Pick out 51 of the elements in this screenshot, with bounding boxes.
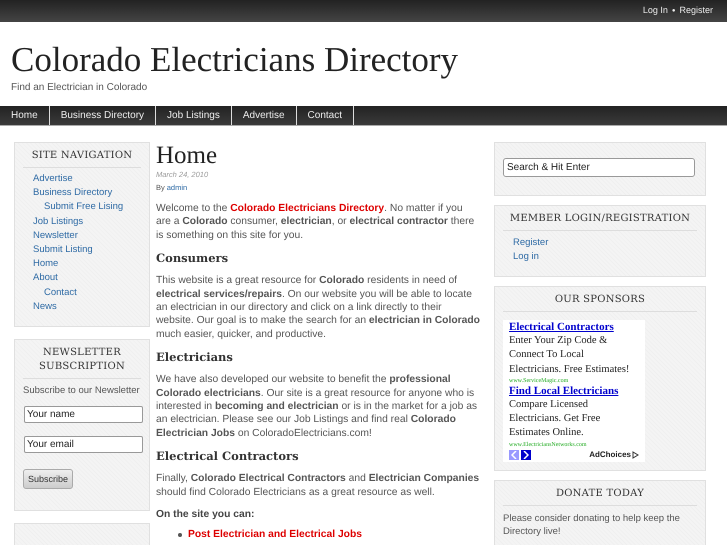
sidebar-link[interactable]: Submit Free Lising bbox=[44, 200, 124, 215]
subscribe-button[interactable]: Subscribe bbox=[23, 469, 74, 490]
adchoices-icon bbox=[632, 450, 639, 459]
ad-title[interactable]: Electrical Contractors bbox=[509, 321, 614, 334]
sidebar-link[interactable]: About bbox=[33, 271, 58, 286]
newsletter-field[interactable]: Your name bbox=[24, 406, 143, 423]
newsletter-text: Subscribe to our Newsletter bbox=[23, 384, 141, 398]
bullet-icon bbox=[178, 533, 182, 538]
search-field[interactable]: Search & Hit Enter bbox=[503, 158, 695, 177]
list-intro: On the site you can: bbox=[156, 508, 256, 522]
member-link[interactable]: Register bbox=[513, 236, 548, 250]
donate-text: Please consider donating to help keep the Directory live! bbox=[503, 512, 681, 538]
site-title: Colorado Electricians Directory bbox=[11, 40, 458, 80]
sidebar-link[interactable]: Submit Listing bbox=[33, 243, 93, 258]
sidebar-link[interactable]: Advertise bbox=[33, 172, 73, 186]
nav-tab[interactable]: Job Listings bbox=[156, 106, 232, 125]
site-tagline: Find an Electrician in Colorado bbox=[11, 81, 148, 95]
section-heading: Electrical Contractors bbox=[156, 449, 300, 464]
panel-title: DONATE TODAY bbox=[503, 486, 697, 506]
member-link[interactable]: Log in bbox=[513, 250, 539, 264]
register-link[interactable]: Register bbox=[679, 4, 713, 18]
paragraph: We have also developed our website to benefit the professional Colorado electricians. Our site is a great resource for anyone who is interested in becoming and electrician or is in the market for a job as an electrician. Please see our Job Listings and find real Colorado Electrician Jobs on ColoradoElectricians.com! bbox=[156, 373, 478, 440]
directory-link[interactable]: Colorado Electricians Directory bbox=[230, 203, 384, 214]
ad-text: Compare Licensed Electricians. Get Free Estimates Online. bbox=[509, 398, 602, 440]
ad-text: Enter Your Zip Code & Connect To Local Electricians. Free Estimates! bbox=[509, 334, 630, 377]
sidebar-link[interactable]: Newsletter bbox=[33, 228, 78, 244]
nav-tab[interactable]: Business Directory bbox=[50, 106, 156, 125]
paragraph: Finally, Colorado Electrical Contractors and Electrician Companies should find Colorado Electricians as a great resource as well. bbox=[156, 472, 480, 500]
next-arrow-icon[interactable] bbox=[521, 450, 531, 460]
panel-title: SITE NAVIGATION bbox=[23, 149, 141, 168]
sidebar-link[interactable]: Job Listings bbox=[33, 214, 84, 229]
adchoices-label[interactable]: AdChoices bbox=[589, 448, 631, 461]
nav-tab[interactable]: Advertise bbox=[232, 106, 297, 125]
nav-tab[interactable]: Home bbox=[0, 106, 50, 125]
login-link[interactable]: Log In bbox=[642, 4, 668, 18]
paragraph: This website is a great resource for Colorado residents in need of electrical services/repairs. On our website you will be able to locate an electrician in our directory and click on a link directly to their website. Our goal is to make the search for an electrician in Colorado much easier, quicker, and productive. bbox=[156, 274, 480, 342]
sidebar-link[interactable]: Contact bbox=[44, 286, 77, 300]
panel-title: MEMBER LOGIN/REGISTRATION bbox=[503, 212, 697, 231]
panel-title: NEWSLETTER SUBSCRIPTION bbox=[23, 346, 141, 380]
panel-title: OUR SPONSORS bbox=[503, 293, 697, 312]
sidebar-link[interactable]: Business Directory bbox=[33, 186, 112, 200]
section-heading: Consumers bbox=[156, 251, 230, 266]
nav-tab[interactable]: Contact bbox=[296, 106, 354, 125]
sidebar-link[interactable]: News bbox=[33, 300, 57, 314]
sidebar-link[interactable]: Home bbox=[33, 257, 58, 272]
ad-title[interactable]: Find Local Electricians bbox=[509, 384, 618, 398]
paragraph: Welcome to the Colorado Electricians Directory. No matter if you are a Colorado consumer, electrician, or electrical contractor there is something on this site for you. bbox=[156, 202, 476, 242]
section-heading: Electricians bbox=[156, 350, 234, 364]
list-link[interactable]: Post Electrician and Electrical Jobs bbox=[188, 529, 362, 542]
newsletter-field[interactable]: Your email bbox=[24, 436, 143, 453]
post-title: Home bbox=[156, 142, 218, 169]
